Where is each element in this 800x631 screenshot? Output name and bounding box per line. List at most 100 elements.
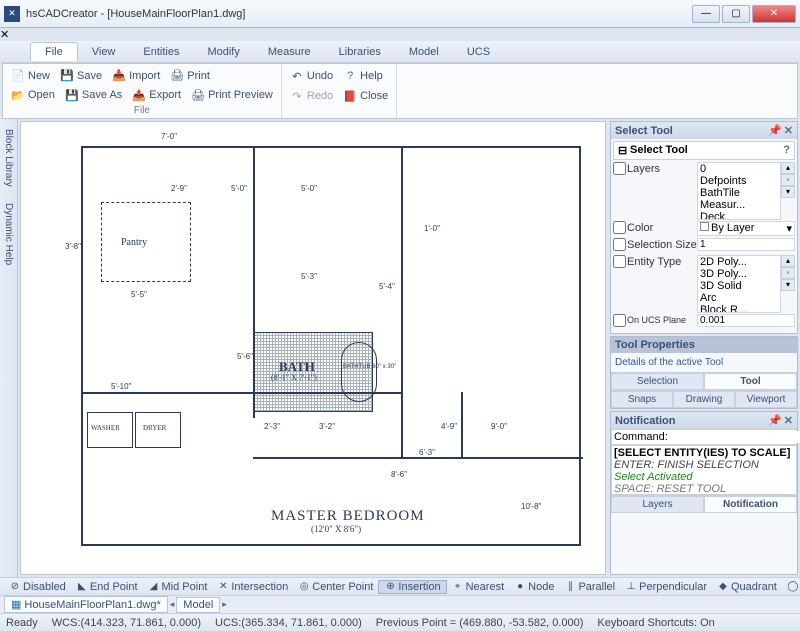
scroll-up-icon[interactable]: ▴ — [781, 162, 795, 174]
tab-drawing[interactable]: Drawing — [673, 391, 735, 408]
command-input[interactable] — [668, 431, 800, 443]
menu-libraries[interactable]: Libraries — [325, 43, 395, 61]
snap-node[interactable]: ●Node — [509, 581, 559, 593]
ucs-value[interactable]: 0.001 — [697, 314, 795, 327]
insertion-icon: ⊕ — [384, 581, 396, 593]
tab-viewport[interactable]: Viewport — [735, 391, 797, 408]
menu-modify[interactable]: Modify — [193, 43, 253, 61]
scroll-knob[interactable]: ◦ — [781, 174, 795, 186]
command-history: [SELECT ENTITY(IES) TO SCALE] ENTER: FIN… — [611, 445, 797, 495]
scroll-knob[interactable]: ◦ — [781, 267, 795, 279]
label-pantry: Pantry — [121, 237, 147, 248]
undo-button[interactable]: ↶Undo — [286, 68, 337, 84]
app-menu-icon[interactable]: ✕ — [0, 28, 800, 41]
snap-midpoint[interactable]: ◢Mid Point — [143, 581, 213, 593]
snap-center[interactable]: ◎Center Point — [293, 581, 378, 593]
scroll-up-icon[interactable]: ▴ — [781, 255, 795, 267]
snap-endpoint[interactable]: ◣End Point — [71, 581, 143, 593]
tab-dynamic-help[interactable]: Dynamic Help — [2, 197, 15, 271]
status-ready: Ready — [6, 617, 38, 629]
new-button[interactable]: 📄New — [7, 68, 54, 84]
snap-quadrant[interactable]: ◆Quadrant — [712, 581, 782, 593]
scroll-down-icon[interactable]: ▾ — [781, 186, 795, 198]
dropdown-icon[interactable]: ▾ — [786, 222, 792, 235]
print-button[interactable]: 🖨Print — [166, 68, 214, 84]
menu-ucs[interactable]: UCS — [453, 43, 504, 61]
entity-checkbox[interactable] — [613, 255, 626, 268]
color-value[interactable]: By Layer ▾ — [697, 221, 795, 236]
ribbon-group-label: File — [7, 105, 277, 116]
export-button[interactable]: 📤Export — [128, 87, 185, 103]
label-bathtub: BATHTUB 60" x 30" — [343, 364, 396, 370]
snap-tangent[interactable]: ◯Tangent — [782, 581, 800, 593]
pin-icon[interactable]: 📌 — [768, 124, 782, 137]
node-icon: ● — [514, 581, 526, 593]
selsize-value[interactable]: 1 — [697, 238, 795, 251]
doc-tab-file[interactable]: ▦HouseMainFloorPlan1.dwg* — [4, 596, 168, 613]
snap-parallel[interactable]: ∥Parallel — [559, 581, 620, 593]
redo-button[interactable]: ↷Redo — [286, 88, 337, 104]
ucs-checkbox[interactable] — [613, 314, 626, 327]
color-checkbox[interactable] — [613, 221, 626, 234]
panel-close-icon[interactable]: ✕ — [784, 124, 793, 137]
nearest-icon: ⌖ — [452, 581, 464, 593]
layers-listbox[interactable]: 0Defpoints BathTileMeasur... DeckStairs — [697, 162, 781, 220]
status-ucs: UCS:(365.334, 71.861, 0.000) — [215, 617, 362, 629]
select-tool-header: Select Tool — [615, 125, 673, 137]
close-button[interactable]: ✕ — [752, 5, 796, 23]
menu-view[interactable]: View — [78, 43, 130, 61]
tab-layers[interactable]: Layers — [611, 496, 704, 513]
snap-perpendicular[interactable]: ⊥Perpendicular — [620, 581, 712, 593]
app-icon: ✕ — [4, 6, 20, 22]
import-button[interactable]: 📥Import — [108, 68, 164, 84]
tab-block-library[interactable]: Block Library — [2, 123, 15, 193]
maximize-button[interactable]: ▢ — [722, 5, 750, 23]
endpoint-icon: ◣ — [76, 581, 88, 593]
menu-file[interactable]: File — [30, 42, 78, 61]
drawing-canvas[interactable]: Pantry BATH (8'-1" X 7'-1") BATHTUB 60" … — [20, 121, 606, 575]
minimize-button[interactable]: — — [692, 5, 720, 23]
undo-icon: ↶ — [290, 69, 304, 83]
saveas-icon: 💾 — [65, 88, 79, 102]
collapse-icon[interactable]: ⊟ — [618, 144, 630, 157]
disabled-icon: ⊘ — [9, 581, 21, 593]
snap-disabled[interactable]: ⊘Disabled — [4, 581, 71, 593]
ribbon: 📄New 💾Save 📥Import 🖨Print 📂Open 💾Save As… — [2, 63, 798, 119]
window-title: hsCADCreator - [HouseMainFloorPlan1.dwg] — [26, 8, 692, 20]
menu-entities[interactable]: Entities — [129, 43, 193, 61]
panel-close-icon[interactable]: ✕ — [784, 414, 793, 427]
notification-panel: Notification📌✕ Command: [SELECT ENTITY(I… — [610, 411, 798, 575]
saveas-button[interactable]: 💾Save As — [61, 87, 126, 103]
center-icon: ◎ — [298, 581, 310, 593]
preview-button[interactable]: 🖨Print Preview — [187, 87, 277, 103]
doc-tab-model[interactable]: Model — [176, 597, 220, 613]
help-small-icon[interactable]: ? — [783, 144, 790, 157]
document-tab-strip: ▦HouseMainFloorPlan1.dwg* ◂ Model ▸ — [0, 595, 800, 613]
help-button[interactable]: ?Help — [339, 68, 387, 84]
tab-tool[interactable]: Tool — [704, 373, 797, 390]
snap-insertion[interactable]: ⊕Insertion — [378, 580, 446, 594]
selsize-checkbox[interactable] — [613, 238, 626, 251]
menu-bar: File View Entities Modify Measure Librar… — [0, 41, 800, 63]
save-button[interactable]: 💾Save — [56, 68, 106, 84]
tab-notification[interactable]: Notification — [704, 496, 797, 513]
snap-nearest[interactable]: ⌖Nearest — [447, 581, 510, 593]
scroll-down-icon[interactable]: ▾ — [781, 279, 795, 291]
left-dock-strip: Block Library Dynamic Help — [0, 119, 18, 577]
menu-model[interactable]: Model — [395, 43, 453, 61]
export-icon: 📤 — [132, 88, 146, 102]
label-dryer: DRYER — [143, 424, 166, 432]
pin-icon[interactable]: 📌 — [768, 414, 782, 427]
tab-nav-right-icon[interactable]: ▸ — [222, 599, 227, 610]
layers-checkbox[interactable] — [613, 162, 626, 175]
entity-listbox[interactable]: 2D Poly...3D Poly... 3D SolidArc Block R… — [697, 255, 781, 313]
close-file-button[interactable]: 📕Close — [339, 88, 392, 104]
open-button[interactable]: 📂Open — [7, 87, 59, 103]
snap-intersection[interactable]: ✕Intersection — [212, 581, 293, 593]
tab-selection[interactable]: Selection — [611, 373, 704, 390]
tangent-icon: ◯ — [787, 581, 799, 593]
menu-measure[interactable]: Measure — [254, 43, 325, 61]
tab-snaps[interactable]: Snaps — [611, 391, 673, 408]
label-master-bedroom: MASTER BEDROOM — [271, 508, 425, 525]
tab-nav-left-icon[interactable]: ◂ — [170, 599, 175, 610]
